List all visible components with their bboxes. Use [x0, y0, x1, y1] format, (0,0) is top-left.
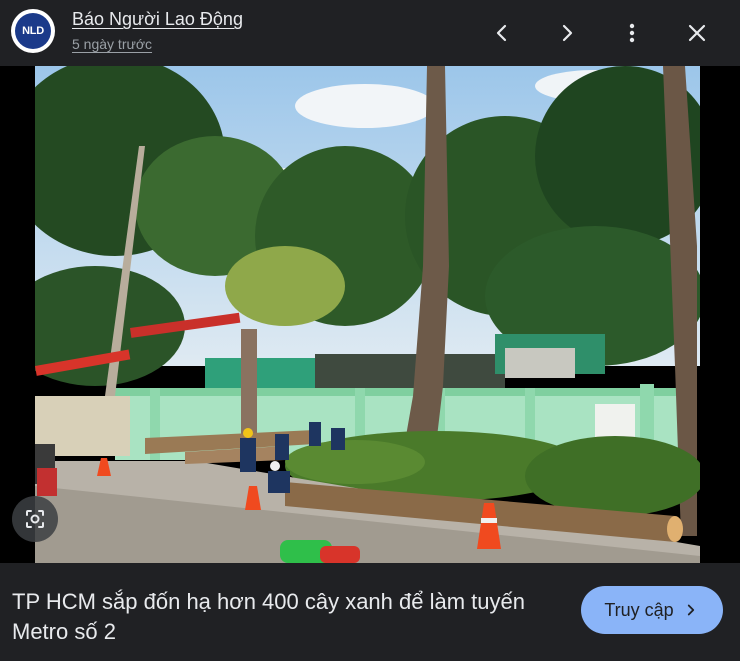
more-vert-icon — [629, 23, 635, 43]
chevron-left-icon — [496, 24, 507, 42]
image-viewer — [0, 66, 740, 563]
top-bar: NLD Báo Người Lao Động 5 ngày trước — [0, 0, 740, 66]
time-ago-link[interactable]: 5 ngày trước — [72, 36, 152, 52]
previous-button[interactable] — [482, 13, 522, 53]
next-button[interactable] — [547, 13, 587, 53]
visit-button[interactable]: Truy cập — [581, 586, 723, 634]
lens-icon — [26, 510, 44, 528]
article-photo[interactable] — [35, 66, 700, 563]
bottom-bar: TP HCM sắp đốn hạ hơn 400 cây xanh để là… — [0, 563, 740, 661]
visit-button-label: Truy cập — [604, 599, 674, 620]
more-options-button[interactable] — [612, 13, 652, 53]
article-headline[interactable]: TP HCM sắp đốn hạ hơn 400 cây xanh để là… — [12, 587, 552, 647]
source-logo[interactable]: NLD — [11, 9, 55, 53]
lens-button[interactable] — [12, 496, 58, 542]
chevron-right-icon — [687, 604, 694, 616]
tree-cutting-photo — [35, 66, 700, 563]
source-logo-text: NLD — [15, 13, 51, 49]
close-button[interactable] — [677, 13, 717, 53]
chevron-right-icon — [562, 24, 573, 42]
source-name-link[interactable]: Báo Người Lao Động — [72, 9, 243, 30]
close-icon — [688, 24, 706, 42]
